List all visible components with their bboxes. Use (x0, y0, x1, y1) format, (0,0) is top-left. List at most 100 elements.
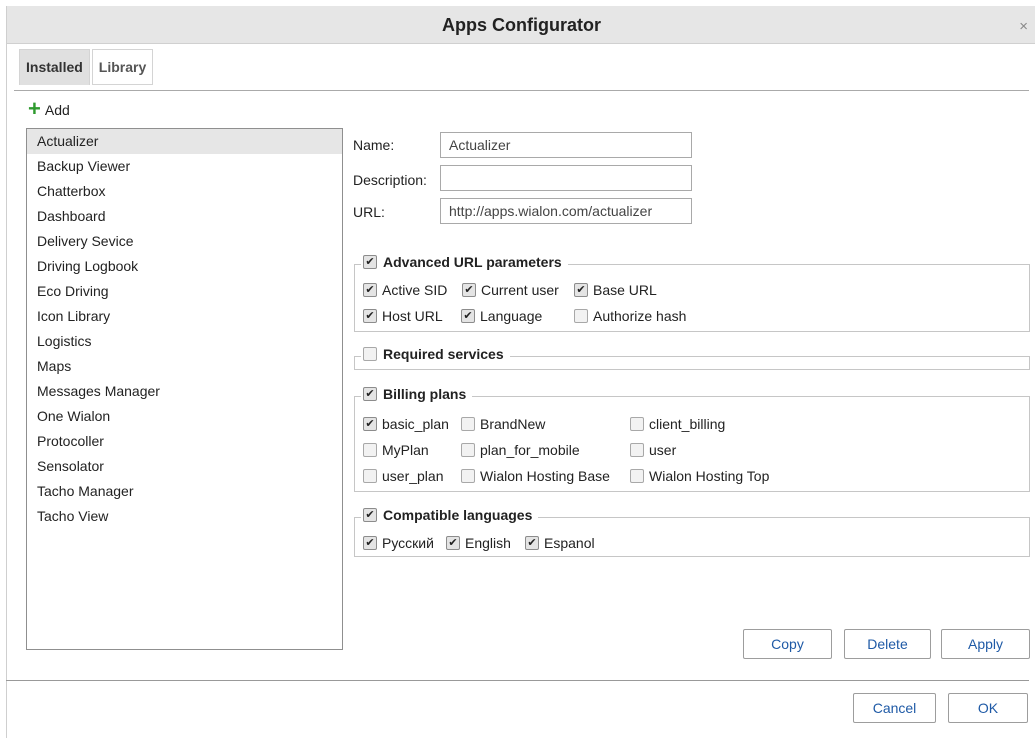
billing-plans-group: ✔ Billing plans ✔ basic_plan BrandNew cl… (354, 386, 1030, 492)
app-list-item[interactable]: Chatterbox (27, 179, 342, 204)
russian-checkbox[interactable]: ✔ (363, 536, 377, 550)
languages-checkbox[interactable]: ✔ (363, 508, 377, 522)
client-billing-checkbox[interactable] (630, 417, 644, 431)
plan-for-mobile-checkbox[interactable] (461, 443, 475, 457)
add-label: Add (44, 102, 70, 118)
host-url-checkbox[interactable]: ✔ (363, 309, 377, 323)
app-list-item[interactable]: Logistics (27, 329, 342, 354)
tab-library[interactable]: Library (91, 49, 154, 85)
app-list-item[interactable]: Messages Manager (27, 379, 342, 404)
app-list-item[interactable]: Protocoller (27, 429, 342, 454)
dialog-title: Apps Configurator (442, 15, 601, 35)
url-input[interactable] (440, 198, 692, 224)
language-espanol[interactable]: ✔ Espanol (525, 535, 595, 551)
plan-wialon-hosting-base[interactable]: Wialon Hosting Base (461, 468, 610, 484)
advanced-checkbox[interactable]: ✔ (363, 255, 377, 269)
tab-installed[interactable]: Installed (19, 49, 90, 85)
option-active-sid[interactable]: ✔ Active SID (363, 282, 447, 298)
billing-checkbox[interactable]: ✔ (363, 387, 377, 401)
billing-legend-label: Billing plans (383, 386, 467, 402)
app-list-item[interactable]: One Wialon (27, 404, 342, 429)
language-russian[interactable]: ✔ Русский (363, 535, 434, 551)
basic-plan-checkbox[interactable]: ✔ (363, 417, 377, 431)
active-sid-label: Active SID (382, 282, 448, 298)
active-sid-checkbox[interactable]: ✔ (363, 283, 377, 297)
user-label: user (649, 442, 677, 458)
base-url-checkbox[interactable]: ✔ (574, 283, 588, 297)
app-list-item[interactable]: Maps (27, 354, 342, 379)
app-list-item[interactable]: Eco Driving (27, 279, 342, 304)
base-url-label: Base URL (593, 282, 657, 298)
add-app-button[interactable]: + Add (28, 96, 70, 121)
option-current-user[interactable]: ✔ Current user (462, 282, 559, 298)
app-list-item[interactable]: Tacho Manager (27, 479, 342, 504)
language-label: Language (480, 308, 543, 324)
plan-myplan[interactable]: MyPlan (363, 442, 429, 458)
tab-divider (14, 90, 1029, 91)
advanced-legend: ✔ Advanced URL parameters (361, 254, 568, 270)
app-list-item[interactable]: Sensolator (27, 454, 342, 479)
url-label: URL: (353, 204, 385, 220)
espanol-checkbox[interactable]: ✔ (525, 536, 539, 550)
languages-legend: ✔ Compatible languages (361, 507, 539, 523)
app-list-item[interactable]: Tacho View (27, 504, 342, 529)
user-checkbox[interactable] (630, 443, 644, 457)
services-legend-label: Required services (383, 346, 504, 362)
app-list-item[interactable]: Actualizer (27, 129, 342, 154)
user-plan-checkbox[interactable] (363, 469, 377, 483)
option-host-url[interactable]: ✔ Host URL (363, 308, 443, 324)
option-language[interactable]: ✔ Language (461, 308, 542, 324)
cancel-button[interactable]: Cancel (853, 693, 936, 723)
host-url-label: Host URL (382, 308, 443, 324)
close-icon[interactable]: × (1019, 18, 1028, 35)
apply-button[interactable]: Apply (941, 629, 1030, 659)
plan-user[interactable]: user (630, 442, 676, 458)
description-label: Description: (353, 172, 427, 188)
app-list-item[interactable]: Delivery Sevice (27, 229, 342, 254)
wialon-hosting-top-checkbox[interactable] (630, 469, 644, 483)
plan-user-plan[interactable]: user_plan (363, 468, 444, 484)
espanol-label: Espanol (544, 535, 595, 551)
title-bar[interactable]: Apps Configurator × (7, 6, 1035, 44)
required-services-group: Required services (354, 346, 1030, 370)
app-list-item[interactable]: Icon Library (27, 304, 342, 329)
compatible-languages-group: ✔ Compatible languages ✔ Русский ✔ Engli… (354, 507, 1030, 557)
services-checkbox[interactable] (363, 347, 377, 361)
plan-wialon-hosting-top[interactable]: Wialon Hosting Top (630, 468, 769, 484)
myplan-label: MyPlan (382, 442, 429, 458)
plan-plan-for-mobile[interactable]: plan_for_mobile (461, 442, 580, 458)
current-user-checkbox[interactable]: ✔ (462, 283, 476, 297)
description-input[interactable] (440, 165, 692, 191)
name-input[interactable] (440, 132, 692, 158)
authorize-hash-checkbox[interactable] (574, 309, 588, 323)
copy-button[interactable]: Copy (743, 629, 832, 659)
delete-button[interactable]: Delete (844, 629, 931, 659)
option-authorize-hash[interactable]: Authorize hash (574, 308, 686, 324)
advanced-url-parameters-group: ✔ Advanced URL parameters ✔ Active SID ✔… (354, 254, 1030, 332)
plan-brandnew[interactable]: BrandNew (461, 416, 545, 432)
user-plan-label: user_plan (382, 468, 444, 484)
name-label: Name: (353, 137, 395, 153)
plan-basic-plan[interactable]: ✔ basic_plan (363, 416, 449, 432)
wialon-hosting-base-checkbox[interactable] (461, 469, 475, 483)
app-list-item[interactable]: Dashboard (27, 204, 342, 229)
basic-plan-label: basic_plan (382, 416, 449, 432)
plus-icon: + (28, 96, 41, 121)
language-checkbox[interactable]: ✔ (461, 309, 475, 323)
app-list-item[interactable]: Backup Viewer (27, 154, 342, 179)
footer-divider (6, 680, 1029, 681)
russian-label: Русский (382, 535, 434, 551)
ok-button[interactable]: OK (948, 693, 1028, 723)
app-list-item[interactable]: Driving Logbook (27, 254, 342, 279)
authorize-hash-label: Authorize hash (593, 308, 687, 324)
app-list[interactable]: Actualizer Backup Viewer Chatterbox Dashboa… (26, 128, 343, 650)
current-user-label: Current user (481, 282, 559, 298)
english-checkbox[interactable]: ✔ (446, 536, 460, 550)
language-english[interactable]: ✔ English (446, 535, 511, 551)
plan-client-billing[interactable]: client_billing (630, 416, 725, 432)
option-base-url[interactable]: ✔ Base URL (574, 282, 657, 298)
myplan-checkbox[interactable] (363, 443, 377, 457)
billing-legend: ✔ Billing plans (361, 386, 473, 402)
brandnew-checkbox[interactable] (461, 417, 475, 431)
brandnew-label: BrandNew (480, 416, 546, 432)
